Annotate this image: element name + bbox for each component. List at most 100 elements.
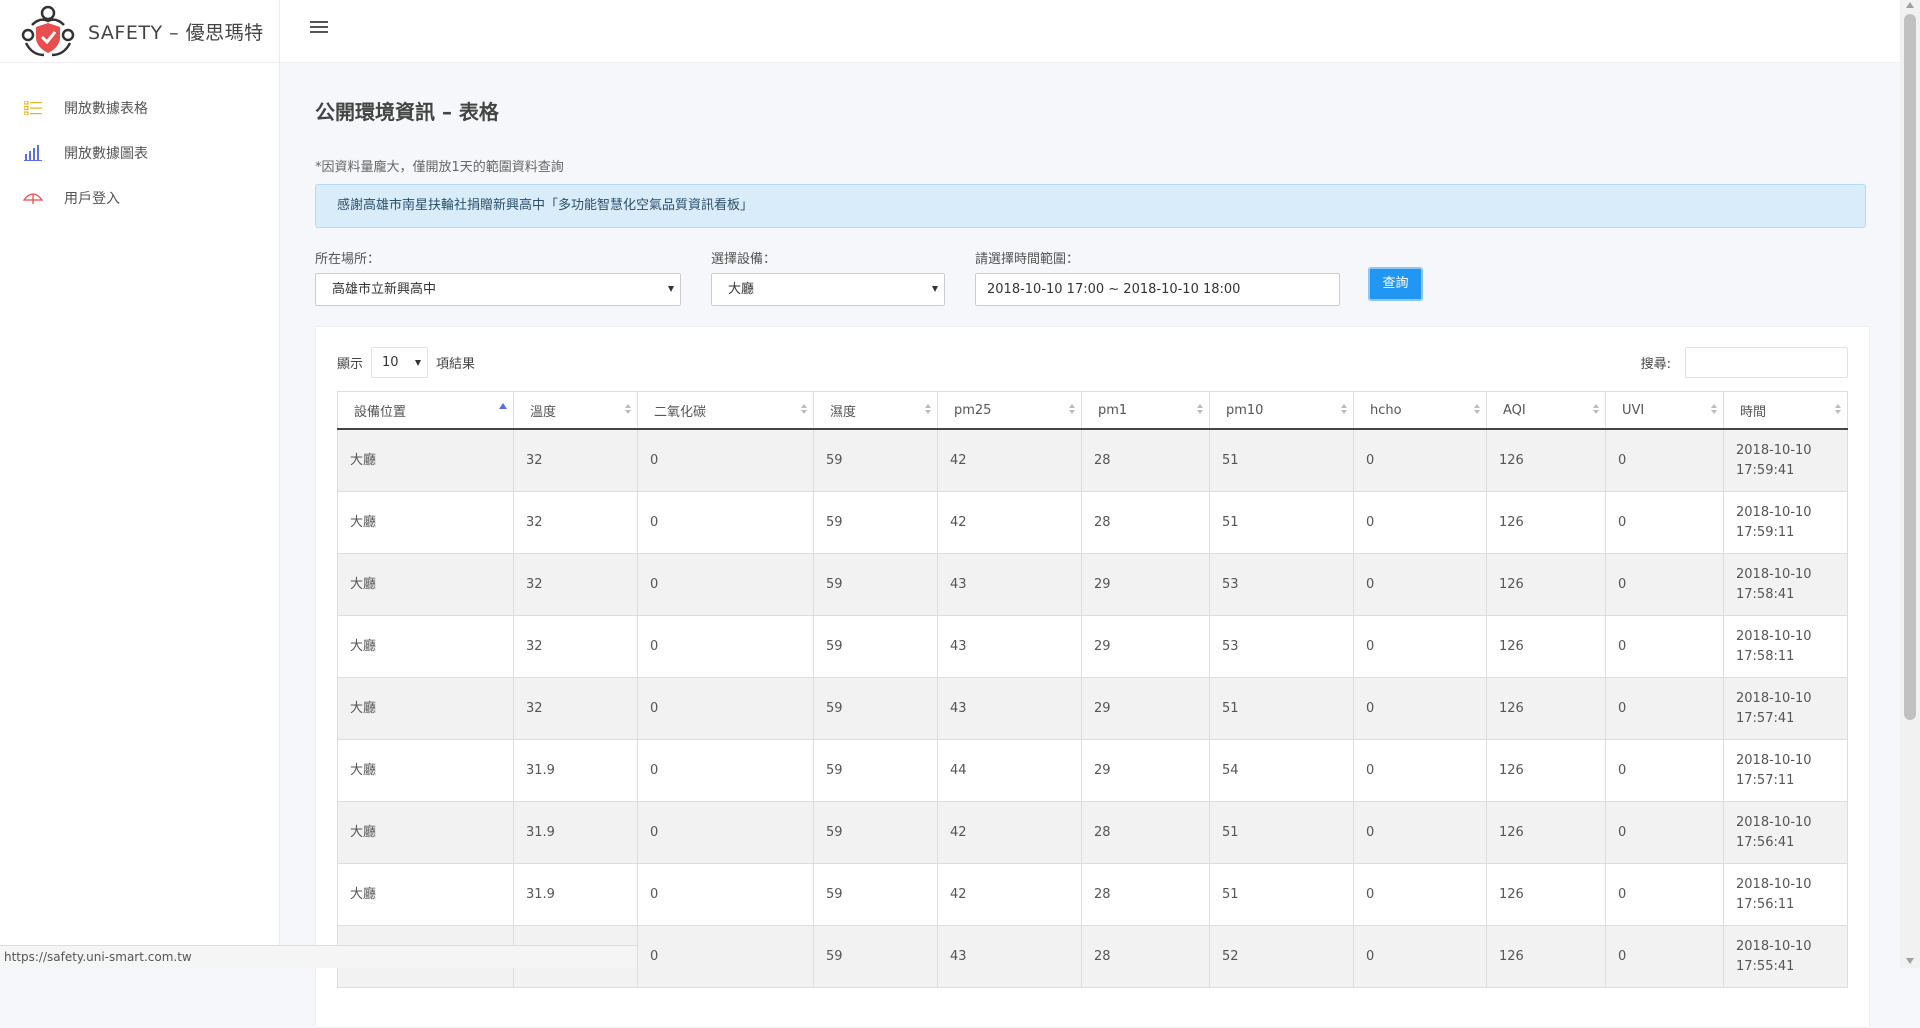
top-bar [280,0,1900,63]
query-button[interactable]: 查詢 [1368,267,1423,301]
table-cell: 大廳 [337,428,514,492]
umbrella-icon [23,188,43,208]
table-header-row: 設備位置 溫度 二氧化碳 濕度 pm25 pm1 pm10 hcho AQI U… [337,391,1848,430]
table-row: 大廳 32 0 59 43 29 51 0 126 0 2018-10-10 17… [337,677,1848,740]
time-range-value: 2018-10-10 17:00 ~ 2018-10-10 18:00 [987,282,1241,297]
column-header[interactable]: AQI [1486,391,1606,430]
table-cell: 31.9 [513,801,638,864]
page-scrollbar[interactable] [1900,0,1920,968]
time-text: 17:58:11 [1736,648,1795,664]
sort-icon [1474,404,1480,416]
table-cell: 0 [1605,801,1724,864]
table-cell: 大廳 [337,491,514,554]
table-cell: 59 [813,491,938,554]
column-header[interactable]: 二氧化碳 [637,391,814,430]
sidebar-item-data-table[interactable]: 開放數據表格 [0,85,279,130]
time-range-input[interactable]: 2018-10-10 17:00 ~ 2018-10-10 18:00 [975,273,1340,306]
table-cell: 0 [637,553,814,616]
column-header[interactable]: 設備位置 [337,391,514,430]
table-cell: 44 [937,739,1082,802]
table-cell: 0 [637,863,814,926]
table-cell: 0 [1605,863,1724,926]
hamburger-menu-icon[interactable] [310,21,328,35]
table-row: 大廳 32 0 59 43 29 53 0 126 0 2018-10-10 17… [337,553,1848,616]
scrollbar-thumb[interactable] [1904,14,1916,720]
time-text: 17:58:41 [1736,586,1795,602]
table-cell: 0 [1353,801,1487,864]
sort-icon [1711,404,1717,416]
sort-icon [1835,404,1841,416]
time-text: 17:59:11 [1736,524,1795,540]
table-cell: 43 [937,553,1082,616]
time-text: 17:57:41 [1736,710,1795,726]
sort-icon [801,404,807,416]
sidebar-item-label: 開放數據圖表 [64,145,148,162]
column-header[interactable]: 濕度 [813,391,938,430]
column-header-label: UVI [1622,402,1645,418]
column-header[interactable]: 溫度 [513,391,638,430]
chevron-down-icon [932,286,938,292]
table-cell: 0 [637,615,814,678]
scroll-up-icon[interactable] [1906,2,1914,8]
table-cell: 0 [637,677,814,740]
table-cell: 29 [1081,615,1210,678]
column-header[interactable]: UVI [1605,391,1724,430]
column-header[interactable]: pm1 [1081,391,1210,430]
table-cell: 52 [1209,925,1354,988]
device-select[interactable]: 大廳 [711,273,945,306]
table-cell: 42 [937,863,1082,926]
sidebar-item-login[interactable]: 用戶登入 [0,175,279,220]
table-cell: 32 [513,491,638,554]
table-cell: 43 [937,925,1082,988]
browser-status-bar: https://safety.uni-smart.com.tw [0,945,638,968]
table-cell: 0 [637,801,814,864]
brand[interactable]: SAFETY – 優思瑪特 [0,0,279,63]
table-cell: 28 [1081,801,1210,864]
column-header[interactable]: hcho [1353,391,1487,430]
date-text: 2018-10-10 [1736,814,1812,830]
environment-data-table: 設備位置 溫度 二氧化碳 濕度 pm25 pm1 pm10 hcho AQI U… [337,391,1848,988]
table-cell-time: 2018-10-10 17:56:11 [1723,863,1848,926]
column-header-label: 時間 [1740,404,1767,420]
table-cell: 28 [1081,925,1210,988]
sidebar: SAFETY – 優思瑪特 開放數據表格 開放數據圖表 用戶登入 [0,0,280,968]
column-header-label: 溫度 [530,404,557,420]
table-cell: 126 [1486,428,1606,492]
column-header[interactable]: 時間 [1723,391,1848,430]
scroll-down-icon[interactable] [1906,958,1914,964]
table-row: 大廳 31.9 0 59 42 28 51 0 126 0 2018-10-10… [337,863,1848,926]
sidebar-item-data-chart[interactable]: 開放數據圖表 [0,130,279,175]
device-filter: 選擇設備： 大廳 [711,248,945,306]
search-input[interactable] [1685,347,1848,378]
table-cell: 大廳 [337,739,514,802]
location-select[interactable]: 高雄市立新興高中 [315,273,681,306]
table-cell: 大廳 [337,863,514,926]
table-cell: 0 [1353,739,1487,802]
table-cell: 32 [513,615,638,678]
table-cell: 54 [1209,739,1354,802]
sort-icon [925,404,931,416]
table-cell: 0 [1353,863,1487,926]
table-cell: 59 [813,553,938,616]
table-cell: 0 [1605,925,1724,988]
data-table-card: 顯示 10 項結果 搜尋: 設備位置 溫度 二氧化碳 濕度 pm25 pm1 p… [315,326,1870,1028]
column-header-label: pm1 [1098,402,1128,418]
table-cell: 大廳 [337,677,514,740]
location-value: 高雄市立新興高中 [332,282,437,297]
page-length-select[interactable]: 10 [371,347,429,378]
table-row: 大廳 32 0 59 42 28 51 0 126 0 2018-10-10 17… [337,428,1848,492]
table-cell: 0 [637,491,814,554]
column-header[interactable]: pm10 [1209,391,1354,430]
table-cell: 126 [1486,863,1606,926]
table-row: 大廳 31.9 0 59 42 28 51 0 126 0 2018-10-10… [337,801,1848,864]
column-header[interactable]: pm25 [937,391,1082,430]
table-cell: 126 [1486,553,1606,616]
page-length-control: 顯示 10 項結果 [337,347,475,378]
table-cell: 29 [1081,677,1210,740]
table-cell: 43 [937,615,1082,678]
table-cell: 0 [1353,553,1487,616]
table-cell-time: 2018-10-10 17:59:41 [1723,428,1848,492]
table-cell: 32 [513,677,638,740]
sort-icon [625,404,631,416]
table-cell: 0 [1605,491,1724,554]
